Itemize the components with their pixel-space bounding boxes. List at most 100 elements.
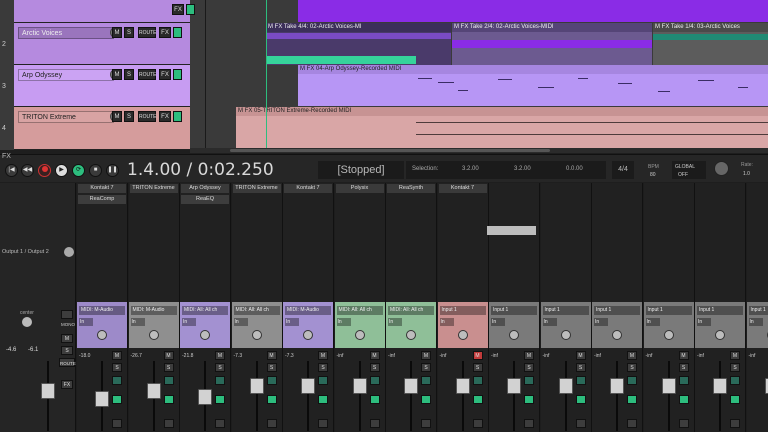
phase-icon[interactable] [369,419,380,428]
route-icon[interactable] [678,376,689,385]
channel-select[interactable]: In [645,318,660,326]
fx-button[interactable] [678,395,689,404]
route-icon[interactable] [524,376,534,385]
strip-name[interactable]: TRITON Extreme [232,184,281,193]
pan-knob[interactable] [560,330,571,340]
route-icon[interactable] [266,376,277,385]
track-fx-button[interactable]: FX [159,111,171,122]
solo-button[interactable]: S [421,363,431,372]
pan-knob[interactable] [663,330,674,340]
fx-button[interactable] [730,395,740,404]
track-lane-arctic-voices[interactable]: M FX Take 4/4: 02-Arctic Voices-MI M FX … [190,23,768,65]
play-button[interactable]: ▶ [55,164,68,177]
pan-knob[interactable] [715,330,725,340]
bpm-value[interactable]: 80 [650,172,656,178]
channel-select[interactable]: In [233,318,248,326]
route-icon[interactable] [215,376,225,385]
phase-icon[interactable] [678,419,689,428]
channel-select[interactable]: In [182,318,196,326]
phase-icon[interactable] [421,419,431,428]
channel-select[interactable]: In [79,318,93,326]
pan-knob[interactable] [200,330,210,340]
track-name[interactable]: TRITON Extreme [18,111,114,123]
input-select[interactable]: Input 1 [748,306,768,315]
master-output[interactable]: Output 1 / Output 2 [2,249,49,255]
track-fx-button[interactable]: FX [159,27,171,38]
channel-select[interactable]: In [439,318,454,326]
master-fader[interactable] [41,383,55,399]
solo-button[interactable]: S [730,363,740,372]
mute-button[interactable]: M [575,351,586,360]
solo-button[interactable]: S [318,363,328,372]
fx-bypass-toggle[interactable] [173,111,182,122]
mute-button[interactable]: M [678,351,689,360]
route-icon[interactable] [627,376,637,385]
phase-icon[interactable] [730,419,740,428]
fx-bypass-toggle[interactable] [173,69,182,80]
fx-button[interactable] [472,395,483,404]
route-icon[interactable] [472,376,483,385]
midi-item-take4[interactable]: M FX Take 4/4: 02-Arctic Voices-MI [266,23,451,65]
volume-fader[interactable] [558,377,573,394]
solo-button[interactable]: S [124,111,134,122]
volume-fader[interactable] [352,377,367,394]
track-panel-1[interactable]: FX [0,0,195,23]
time-signature[interactable]: 4/4 [612,161,634,179]
channel-select[interactable]: In [388,318,402,326]
channel-select[interactable]: In [285,318,299,326]
input-select[interactable]: Input 1 [491,306,537,315]
previous-button[interactable]: ◀◀ [21,164,34,177]
volume-fader[interactable] [301,377,315,394]
solo-button[interactable]: S [369,363,380,372]
track-fx-button[interactable]: FX [172,4,184,15]
midi-item-triton[interactable]: M FX 05-TRITON Extreme-Recorded MIDI [236,107,768,149]
channel-select[interactable]: In [491,318,505,326]
scrollbar-thumb[interactable] [230,149,550,152]
solo-button[interactable]: S [163,363,174,372]
record-button[interactable] [38,164,51,177]
mute-button[interactable]: M [215,351,225,360]
solo-button[interactable]: S [575,363,586,372]
strip-name[interactable]: Kontakt 7 [438,184,487,193]
fx-button[interactable] [215,395,225,404]
selection-end[interactable]: 3.2.00 [514,166,531,172]
channel-select[interactable]: In [594,318,608,326]
midi-item-arp[interactable]: M FX 04-Arp Odyssey-Recorded MIDI [298,65,768,106]
input-select[interactable]: MIDI: M-Audio [130,306,177,315]
master-mute-button[interactable]: M [61,334,73,343]
master-route-button[interactable]: ROUTE [59,358,76,367]
repeat-toggle[interactable]: ⟳ [72,164,85,177]
selection-display[interactable]: Selection: 3.2.00 3.2.00 0.0.00 [406,161,606,179]
horizontal-scrollbar[interactable] [190,148,768,153]
phase-icon[interactable] [627,419,637,428]
route-button[interactable]: ROUTE [138,27,157,38]
fx-bypass-toggle[interactable] [173,27,182,38]
phase-icon[interactable] [318,419,328,428]
phase-icon[interactable] [112,419,122,428]
solo-button[interactable]: S [112,363,122,372]
selection-start[interactable]: 3.2.00 [462,166,479,172]
input-select[interactable]: MIDI: All: All ch [388,306,434,315]
midi-item[interactable] [298,0,768,22]
pan-knob[interactable] [354,330,365,340]
fx-button[interactable] [369,395,380,404]
route-button[interactable]: ROUTE [138,69,157,80]
strip-name[interactable]: Arp Odyssey [181,184,229,193]
pause-button[interactable]: ❚❚ [106,164,119,177]
track-panel-arctic-voices[interactable]: 2 Arctic Voices M S ROUTE FX [0,23,190,65]
mute-button[interactable]: M [730,351,740,360]
track-lane-arp-odyssey[interactable]: M FX 04-Arp Odyssey-Recorded MIDI [190,65,768,107]
solo-button[interactable]: S [524,363,534,372]
mono-icon[interactable] [61,310,73,319]
channel-select[interactable]: In [697,318,711,326]
channel-select[interactable]: In [542,318,557,326]
pan-knob[interactable] [303,330,313,340]
master-fx-button[interactable]: FX [61,380,73,389]
pan-knob[interactable] [406,330,416,340]
fx-button[interactable] [266,395,277,404]
input-select[interactable]: MIDI: M-Audio [79,306,125,315]
strip-fx-slot[interactable]: ReaComp [78,195,126,204]
phase-icon[interactable] [575,419,586,428]
solo-button[interactable]: S [124,27,134,38]
channel-select[interactable]: In [748,318,763,326]
